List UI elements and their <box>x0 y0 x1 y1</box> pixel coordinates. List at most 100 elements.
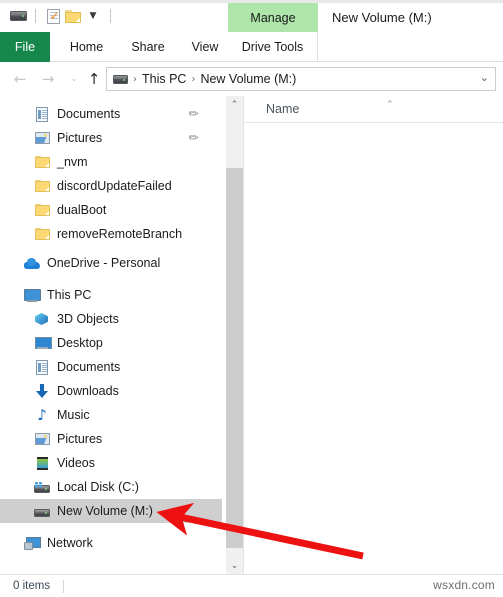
sidebar-item-pictures[interactable]: Pictures ✐ <box>0 126 222 150</box>
tab-file[interactable]: File <box>0 32 50 62</box>
tab-share[interactable]: Share <box>123 32 173 62</box>
documents-icon <box>34 106 50 122</box>
file-list-pane[interactable]: Name ⌃ <box>243 96 503 574</box>
sidebar-item-label: Music <box>57 408 90 422</box>
up-icon[interactable]: ↑ <box>84 69 104 89</box>
contextual-tab-header-label: Manage <box>250 10 296 25</box>
pin-icon[interactable]: ✐ <box>184 105 201 122</box>
navigation-pane-scrollbar[interactable]: ⌃ ⌄ <box>226 96 243 574</box>
sort-ascending-icon: ⌃ <box>386 100 394 110</box>
breadcrumb-dropdown-icon[interactable]: ⌄ <box>480 71 489 84</box>
sidebar-item-nvm[interactable]: _nvm <box>0 150 222 174</box>
sidebar-item-network[interactable]: Network <box>0 531 222 555</box>
navigation-pane: Documents ✐ Pictures ✐ _nvm discordUpdateFail… <box>0 96 222 574</box>
sidebar-item-downloads[interactable]: Downloads <box>0 379 222 403</box>
contextual-tab-header: Manage <box>228 3 318 32</box>
column-header-row: Name ⌃ <box>244 96 503 122</box>
sidebar-item-label: Documents <box>57 107 121 121</box>
quick-access-toolbar: ▼ <box>8 5 118 27</box>
back-icon[interactable]: ← <box>10 69 30 89</box>
tab-drive-tools[interactable]: Drive Tools <box>228 32 318 62</box>
sidebar-item-dualboot[interactable]: dualBoot <box>0 198 222 222</box>
column-header-divider <box>244 122 503 123</box>
music-icon: ♪ <box>37 405 47 424</box>
scrollbar-thumb[interactable] <box>226 168 243 548</box>
sidebar-item-label: dualBoot <box>57 203 107 217</box>
sidebar-item-label: Network <box>47 536 93 550</box>
folder-icon <box>34 154 50 170</box>
pin-icon[interactable]: ✐ <box>184 129 201 146</box>
new-folder-icon[interactable] <box>63 6 83 26</box>
sidebar-item-videos[interactable]: Videos <box>0 451 222 475</box>
sidebar-item-label: removeRemoteBranch <box>57 227 183 241</box>
recent-locations-icon[interactable]: ⌄ <box>64 69 84 89</box>
sidebar-item-discordupdatefailed[interactable]: discordUpdateFailed <box>0 174 222 198</box>
sidebar-item-label: This PC <box>47 288 92 302</box>
sidebar-item-this-pc[interactable]: This PC <box>0 283 222 307</box>
scroll-down-icon[interactable]: ⌄ <box>226 557 243 574</box>
breadcrumb[interactable]: › This PC › New Volume (M:) ⌄ <box>106 67 496 91</box>
breadcrumb-separator-2: › <box>191 73 196 85</box>
videos-icon <box>34 455 50 471</box>
sidebar-item-label: Videos <box>57 456 95 470</box>
column-header-name[interactable]: Name <box>266 102 299 116</box>
folder-icon <box>34 226 50 242</box>
breadcrumb-drive-icon <box>113 74 128 84</box>
sidebar-item-removeremotebranch[interactable]: removeRemoteBranch <box>0 222 222 246</box>
forward-icon[interactable]: → <box>38 69 58 89</box>
window-title: New Volume (M:) <box>332 10 432 25</box>
sidebar-item-music[interactable]: ♪ Music <box>0 403 222 427</box>
breadcrumb-separator-1: › <box>133 73 137 85</box>
pictures-icon <box>34 130 50 146</box>
status-bar: 0 items <box>0 574 503 597</box>
sidebar-item-label: Pictures <box>57 432 103 446</box>
scroll-up-icon[interactable]: ⌃ <box>226 96 243 113</box>
sidebar-item-label: 3D Objects <box>57 312 119 326</box>
desktop-icon <box>34 335 52 351</box>
sidebar-item-label: OneDrive - Personal <box>47 256 161 270</box>
sidebar-item-label: Pictures <box>57 131 103 145</box>
sidebar-item-label: Local Disk (C:) <box>57 480 139 494</box>
sidebar-item-onedrive-personal[interactable]: OneDrive - Personal <box>0 251 222 275</box>
pictures-icon <box>34 431 50 447</box>
sidebar-item-new-volume-m[interactable]: New Volume (M:) <box>0 499 222 523</box>
sidebar-item-label: Desktop <box>57 336 103 350</box>
downloads-icon <box>34 383 50 399</box>
sidebar-item-local-disk-c[interactable]: Local Disk (C:) <box>0 475 222 499</box>
title-bar: ▼ Manage New Volume (M:) <box>0 0 503 32</box>
sidebar-item-label: discordUpdateFailed <box>57 179 172 193</box>
watermark: wsxdn.com <box>433 578 495 592</box>
sidebar-item-desktop[interactable]: Desktop <box>0 331 222 355</box>
customize-caret-icon[interactable]: ▼ <box>83 6 103 26</box>
sidebar-item-label: Documents <box>57 360 121 374</box>
toolbar-separator <box>35 9 36 23</box>
sidebar-item-3d-objects[interactable]: 3D Objects <box>0 307 222 331</box>
local-disk-icon <box>34 479 50 495</box>
folder-icon <box>34 202 50 218</box>
tab-home[interactable]: Home <box>60 32 113 62</box>
sidebar-item-documents[interactable]: Documents <box>0 355 222 379</box>
item-count-label: 0 items <box>13 580 51 592</box>
3d-objects-icon <box>34 311 50 327</box>
properties-icon[interactable] <box>43 6 63 26</box>
ribbon-tab-strip: File Home Share View Drive Tools <box>0 32 503 62</box>
sidebar-item-label: _nvm <box>57 155 88 169</box>
drive-icon <box>34 503 50 519</box>
address-bar: ← → ⌄ ↑ › This PC › New Volume (M:) ⌄ <box>0 62 503 96</box>
onedrive-icon <box>24 255 40 271</box>
breadcrumb-item-new-volume[interactable]: New Volume (M:) <box>200 72 296 86</box>
folder-icon <box>34 178 50 194</box>
sidebar-item-documents[interactable]: Documents ✐ <box>0 102 222 126</box>
status-divider <box>63 579 65 593</box>
sidebar-item-label: New Volume (M:) <box>57 504 153 518</box>
sidebar-item-pictures[interactable]: Pictures <box>0 427 222 451</box>
network-icon <box>24 535 41 551</box>
tab-view[interactable]: View <box>183 32 227 62</box>
documents-icon <box>34 359 50 375</box>
this-pc-icon <box>24 287 41 303</box>
toolbar-separator-2 <box>110 9 111 23</box>
sidebar-item-label: Downloads <box>57 384 119 398</box>
breadcrumb-item-this-pc[interactable]: This PC <box>142 72 186 86</box>
drive-icon[interactable] <box>8 6 28 26</box>
file-explorer-window: ▼ Manage New Volume (M:) File Home Share… <box>0 0 503 597</box>
